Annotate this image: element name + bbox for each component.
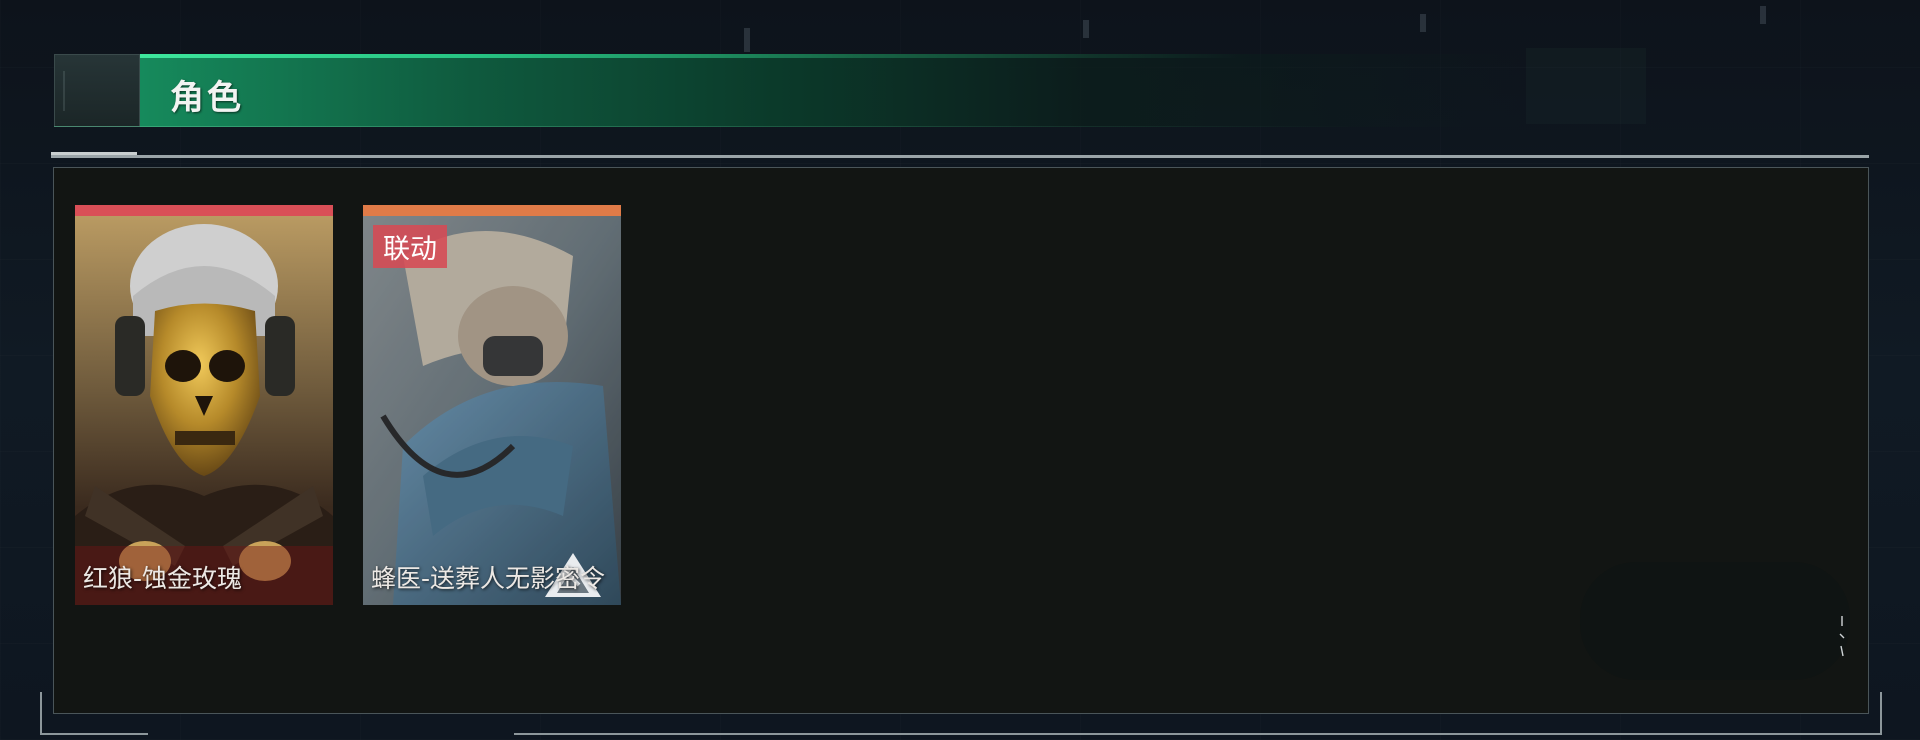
header-accent-line: [140, 54, 1240, 58]
divider-line: [51, 155, 1869, 158]
link-badge: 联动: [373, 225, 447, 268]
background-speck: [744, 28, 750, 52]
character-portrait: [75, 216, 333, 605]
background-speck: [1420, 14, 1426, 32]
character-name: 红狼-蚀金玫瑰: [83, 564, 243, 593]
overlay-widget: [1580, 562, 1850, 680]
background-speck: [1083, 20, 1089, 38]
character-name: 蜂医-送葬人无影密令: [371, 564, 606, 593]
rarity-bar: [75, 205, 333, 216]
character-portrait: [363, 216, 621, 605]
rarity-bar: [363, 205, 621, 216]
background-speck: [1760, 6, 1766, 24]
character-card-red-wolf[interactable]: 红狼-蚀金玫瑰: [75, 205, 333, 605]
header-underline: [54, 126, 1354, 127]
corner-bracket-right: [514, 692, 1882, 735]
header-bar: [140, 54, 1654, 127]
overlay-mark-icon: [1839, 616, 1845, 657]
corner-bracket-left: [40, 692, 148, 735]
section-title: 角色: [170, 78, 244, 118]
header-icon-block: [54, 54, 140, 127]
section-header: 角色: [54, 48, 1654, 127]
header-decoration: [1526, 48, 1646, 124]
character-card-bee-doctor[interactable]: 联动 蜂医-送葬人无影密令: [363, 205, 621, 605]
